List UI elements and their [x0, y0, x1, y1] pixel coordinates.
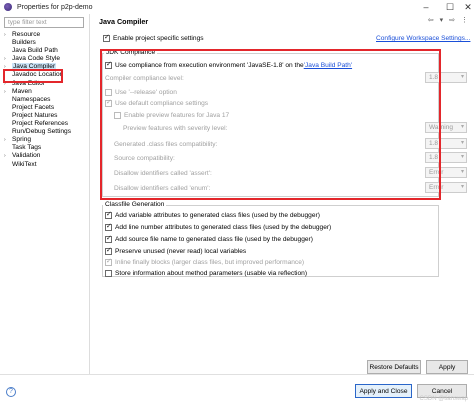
- tree-item-maven[interactable]: › Maven: [2, 88, 90, 96]
- tree-item-label: Java Code Style: [12, 55, 61, 63]
- minimize-button[interactable]: –: [414, 0, 438, 14]
- enable-specific-label: Enable project specific settings: [113, 35, 204, 42]
- tree-item-wikitext[interactable]: WikiText: [2, 161, 90, 169]
- tree-item-label: Project Natures: [12, 111, 58, 119]
- tree-item-validation[interactable]: › Validation: [2, 152, 90, 160]
- classfile-label: Classfile Generation: [103, 201, 167, 208]
- chevron-down-icon: ▾: [460, 140, 464, 146]
- classfile-item-label: Preserve unused (never read) local varia…: [115, 248, 247, 255]
- expand-icon: ›: [4, 137, 6, 144]
- tree-item-label: Builders: [12, 39, 36, 47]
- classfile-item[interactable]: Add line number attributes to generated …: [105, 222, 332, 231]
- expand-icon: ›: [4, 56, 6, 63]
- classfile-item-label: Store information about method parameter…: [115, 270, 308, 277]
- tree-item-namespaces[interactable]: Namespaces: [2, 96, 90, 104]
- tree-item-task-tags[interactable]: Task Tags: [2, 144, 90, 152]
- filter-input[interactable]: type filter text: [4, 17, 84, 28]
- tree-item-label: Project References: [12, 120, 69, 128]
- tree-item-label: Spring: [12, 136, 32, 144]
- chevron-down-icon: ▾: [460, 154, 464, 160]
- classfile-item[interactable]: Add variable attributes to generated cla…: [105, 210, 320, 219]
- close-button[interactable]: ✕: [456, 0, 474, 14]
- classfile-checkbox[interactable]: [105, 270, 112, 277]
- restore-defaults-button[interactable]: Restore Defaults: [367, 360, 421, 374]
- tree-item-java-build-path[interactable]: Java Build Path: [2, 47, 90, 55]
- classfile-item-label: Add line number attributes to generated …: [115, 224, 332, 231]
- back-icon[interactable]: ⇦: [428, 16, 434, 24]
- chevron-down-icon: ▾: [460, 74, 464, 80]
- back-menu-icon[interactable]: ▾: [440, 16, 444, 24]
- footer-divider: [0, 374, 474, 375]
- classfile-item[interactable]: Add source file name to generated class …: [105, 234, 313, 243]
- tree-item-label: Java Build Path: [12, 47, 58, 55]
- tree-item-builders[interactable]: Builders: [2, 39, 90, 47]
- configure-workspace-link[interactable]: Configure Workspace Settings...: [376, 35, 470, 42]
- tree-item-java-code-style[interactable]: › Java Code Style: [2, 55, 90, 63]
- tree-item-label: Project Facets: [12, 103, 55, 111]
- classfile-item-label: Add variable attributes to generated cla…: [115, 212, 320, 219]
- menu-icon[interactable]: ⋮: [461, 16, 468, 24]
- chevron-down-icon: ▾: [460, 124, 464, 130]
- classfile-item[interactable]: Inline finally blocks (larger class file…: [105, 257, 305, 266]
- tree-item-project-natures[interactable]: Project Natures: [2, 112, 90, 120]
- forward-icon[interactable]: ⇨: [449, 16, 455, 24]
- nav-icons: ⇦ ▾ ⇨ ⋮: [428, 16, 468, 24]
- classfile-checkbox[interactable]: [105, 222, 112, 231]
- page-header: Java Compiler ⇦ ▾ ⇨ ⋮: [95, 14, 474, 28]
- expand-icon: ›: [4, 153, 6, 160]
- title-bar: Properties for p2p-demo: [0, 0, 474, 14]
- tree-item-project-facets[interactable]: Project Facets: [2, 104, 90, 112]
- jdk-highlight-box: [100, 49, 441, 200]
- window-title: Properties for p2p-demo: [17, 3, 93, 11]
- classfile-item[interactable]: Store information about method parameter…: [105, 270, 307, 277]
- tree-item-label: WikiText: [12, 160, 37, 168]
- apply-button[interactable]: Apply: [426, 360, 468, 374]
- enable-specific-checkbox[interactable]: [103, 33, 110, 42]
- tree-item-spring[interactable]: › Spring: [2, 136, 90, 144]
- enable-specific-row[interactable]: Enable project specific settings: [103, 33, 204, 42]
- classfile-checkbox[interactable]: [105, 234, 112, 243]
- tree-item-label: Maven: [12, 87, 32, 95]
- classfile-checkbox[interactable]: [105, 210, 112, 219]
- help-icon[interactable]: ?: [6, 387, 16, 397]
- tree-item-resource[interactable]: › Resource: [2, 31, 90, 39]
- watermark: CSDN @tianswap: [419, 396, 468, 402]
- sidebar: type filter text › Resource Builders Java…: [0, 14, 90, 374]
- tree-item-label: Task Tags: [12, 144, 42, 152]
- tree-item-run-debug-settings[interactable]: Run/Debug Settings: [2, 128, 90, 136]
- classfile-checkbox[interactable]: [105, 246, 112, 255]
- expand-icon: ›: [4, 32, 6, 38]
- tree-item-project-references[interactable]: Project References: [2, 120, 90, 128]
- classfile-item[interactable]: Preserve unused (never read) local varia…: [105, 246, 247, 255]
- classfile-item-label: Inline finally blocks (larger class file…: [115, 259, 305, 266]
- chevron-down-icon: ▾: [460, 184, 464, 190]
- preference-tree: › Resource Builders Java Build Path › Java…: [2, 31, 90, 169]
- chevron-down-icon: ▾: [460, 169, 464, 175]
- tree-item-label: Validation: [12, 152, 41, 160]
- configure-workspace-row: Configure Workspace Settings...: [376, 35, 470, 42]
- tree-item-label: Resource: [12, 31, 41, 38]
- apply-and-close-button[interactable]: Apply and Close: [355, 384, 412, 398]
- classfile-checkbox[interactable]: [105, 257, 112, 266]
- tree-item-label: Namespaces: [12, 95, 51, 103]
- classfile-item-label: Add source file name to generated class …: [115, 236, 313, 243]
- eclipse-icon: [4, 3, 12, 11]
- tree-item-label: Run/Debug Settings: [12, 128, 72, 136]
- page-title: Java Compiler: [99, 17, 149, 26]
- selection-highlight-box: [3, 69, 63, 83]
- expand-icon: ›: [4, 88, 6, 95]
